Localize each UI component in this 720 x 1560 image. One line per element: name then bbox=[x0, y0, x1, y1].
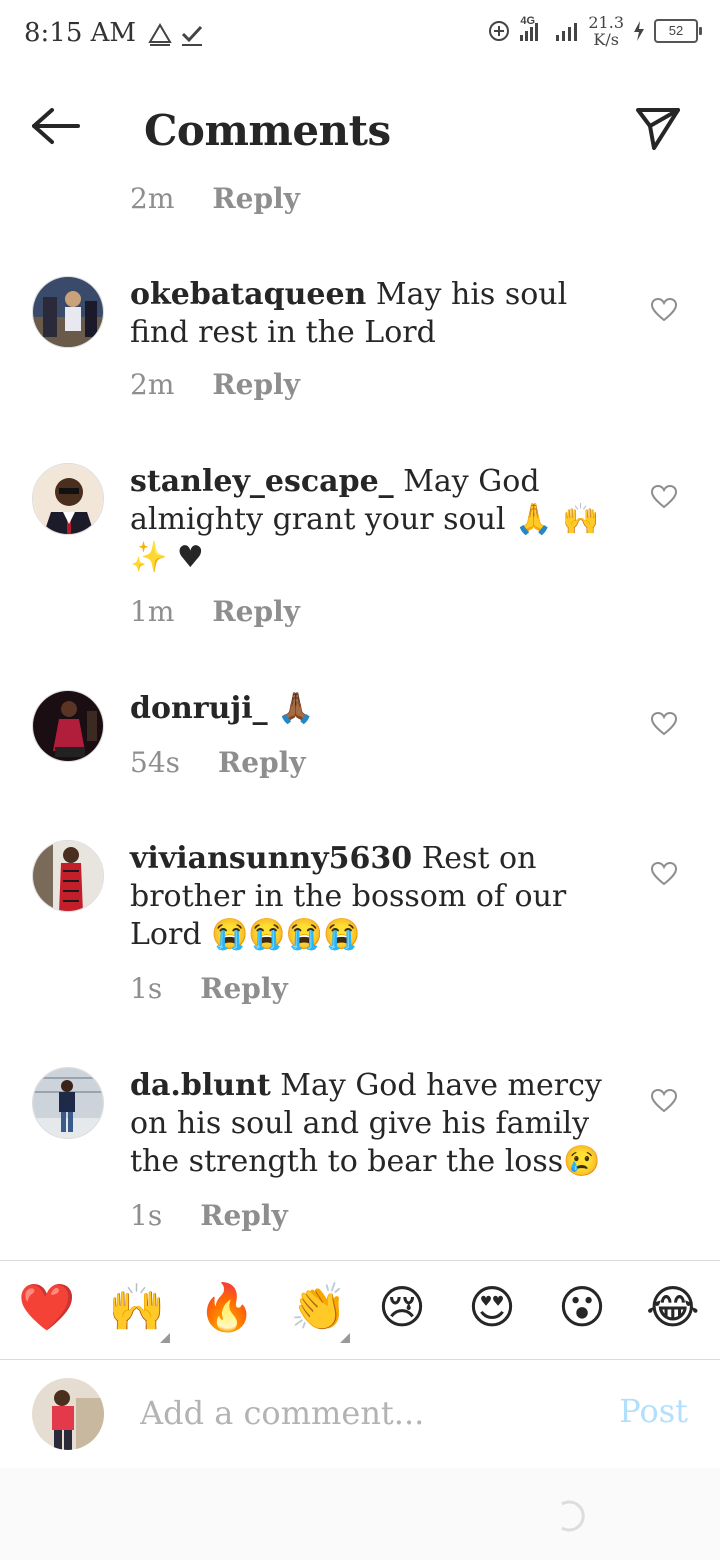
status-time: 8:15 AM bbox=[24, 18, 137, 48]
comment-body: viviansunny5630 Rest on brother in the b… bbox=[130, 840, 626, 954]
data-saver-icon bbox=[489, 21, 510, 41]
reply-button[interactable]: Reply bbox=[212, 595, 300, 628]
system-navigation-bar bbox=[0, 1468, 720, 1560]
like-heart-icon[interactable] bbox=[650, 860, 678, 888]
comment-time: 2m bbox=[130, 182, 175, 215]
comment-username[interactable]: okebataqueen bbox=[130, 277, 366, 312]
skin-tone-indicator bbox=[340, 1333, 350, 1343]
network-speed: 21.3 K/s bbox=[588, 14, 624, 48]
comment-body: donruji_ 🙏🏾 bbox=[130, 690, 626, 728]
emoji-raising-hands[interactable]: 🙌 bbox=[108, 1279, 165, 1335]
avatar[interactable] bbox=[32, 840, 104, 912]
like-heart-icon[interactable] bbox=[650, 1087, 678, 1115]
emoji-heart-eyes[interactable]: 😍 bbox=[468, 1279, 516, 1335]
reply-button[interactable]: Reply bbox=[212, 182, 300, 215]
emoji-heart[interactable]: ❤️ bbox=[18, 1279, 75, 1335]
comment-composer: Post bbox=[0, 1358, 720, 1468]
comment-body: stanley_escape_ May God almighty grant y… bbox=[130, 463, 626, 577]
comment-meta: 2m Reply bbox=[130, 368, 300, 401]
emoji-reaction-bar: ❤️ 🙌 🔥 👏 😢 😍 😮 😂 bbox=[0, 1260, 720, 1360]
previous-comment-meta: 2m Reply bbox=[130, 182, 300, 215]
avatar[interactable] bbox=[32, 1378, 104, 1450]
speed-value: 21.3 bbox=[588, 13, 624, 32]
battery-icon: 52 bbox=[654, 19, 702, 43]
comment-meta: 1s Reply bbox=[130, 972, 288, 1005]
comment-body: okebataqueen May his soul find rest in t… bbox=[130, 276, 626, 352]
reply-button[interactable]: Reply bbox=[212, 368, 300, 401]
avatar[interactable] bbox=[32, 690, 104, 762]
post-button[interactable]: Post bbox=[619, 1392, 688, 1430]
comment-username[interactable]: viviansunny5630 bbox=[130, 841, 412, 876]
avatar[interactable] bbox=[32, 276, 104, 348]
comment-username[interactable]: donruji_ bbox=[130, 691, 268, 726]
comment-time: 1s bbox=[130, 1199, 163, 1232]
emoji-crying-face[interactable]: 😢 bbox=[378, 1279, 426, 1335]
checkmark-icon bbox=[181, 25, 203, 46]
comments-header: Comments bbox=[0, 90, 720, 180]
like-heart-icon[interactable] bbox=[650, 710, 678, 738]
back-arrow-icon[interactable] bbox=[30, 106, 82, 146]
comment-time: 2m bbox=[130, 368, 175, 401]
paper-plane-icon[interactable] bbox=[634, 104, 682, 152]
like-heart-icon[interactable] bbox=[650, 483, 678, 511]
nav-home-icon[interactable] bbox=[556, 1498, 592, 1534]
status-bar: 8:15 AM 4G 21.3 K/s 52 bbox=[0, 0, 720, 70]
comment-username[interactable]: stanley_escape_ bbox=[130, 464, 394, 499]
battery-level: 52 bbox=[668, 23, 684, 38]
reply-button[interactable]: Reply bbox=[200, 972, 288, 1005]
comment-time: 1s bbox=[130, 972, 163, 1005]
comment-time: 54s bbox=[130, 746, 180, 779]
comment-username[interactable]: da.blunt bbox=[130, 1068, 271, 1103]
emoji-clapping-hands[interactable]: 👏 bbox=[290, 1279, 347, 1335]
reply-button[interactable]: Reply bbox=[200, 1199, 288, 1232]
comment-text: 🙏🏾 bbox=[267, 691, 315, 726]
avatar[interactable] bbox=[32, 1067, 104, 1139]
comment-body: da.blunt May God have mercy on his soul … bbox=[130, 1067, 626, 1181]
signal-4g-icon: 4G bbox=[518, 15, 546, 43]
reply-button[interactable]: Reply bbox=[218, 746, 306, 779]
page-title: Comments bbox=[144, 106, 391, 155]
comment-meta: 54s Reply bbox=[130, 746, 306, 779]
emoji-surprised[interactable]: 😮 bbox=[558, 1279, 606, 1335]
speed-unit: K/s bbox=[593, 30, 619, 49]
charging-bolt-icon bbox=[634, 21, 644, 41]
warning-triangle-icon bbox=[148, 23, 172, 46]
comment-meta: 1s Reply bbox=[130, 1199, 288, 1232]
signal-bars-icon bbox=[556, 23, 578, 41]
comment-meta: 1m Reply bbox=[130, 595, 300, 628]
emoji-fire[interactable]: 🔥 bbox=[198, 1279, 255, 1335]
comment-input[interactable] bbox=[140, 1388, 600, 1438]
like-heart-icon[interactable] bbox=[650, 296, 678, 324]
emoji-tears-of-joy[interactable]: 😂 bbox=[646, 1279, 700, 1335]
avatar[interactable] bbox=[32, 463, 104, 535]
comment-time: 1m bbox=[130, 595, 175, 628]
skin-tone-indicator bbox=[160, 1333, 170, 1343]
